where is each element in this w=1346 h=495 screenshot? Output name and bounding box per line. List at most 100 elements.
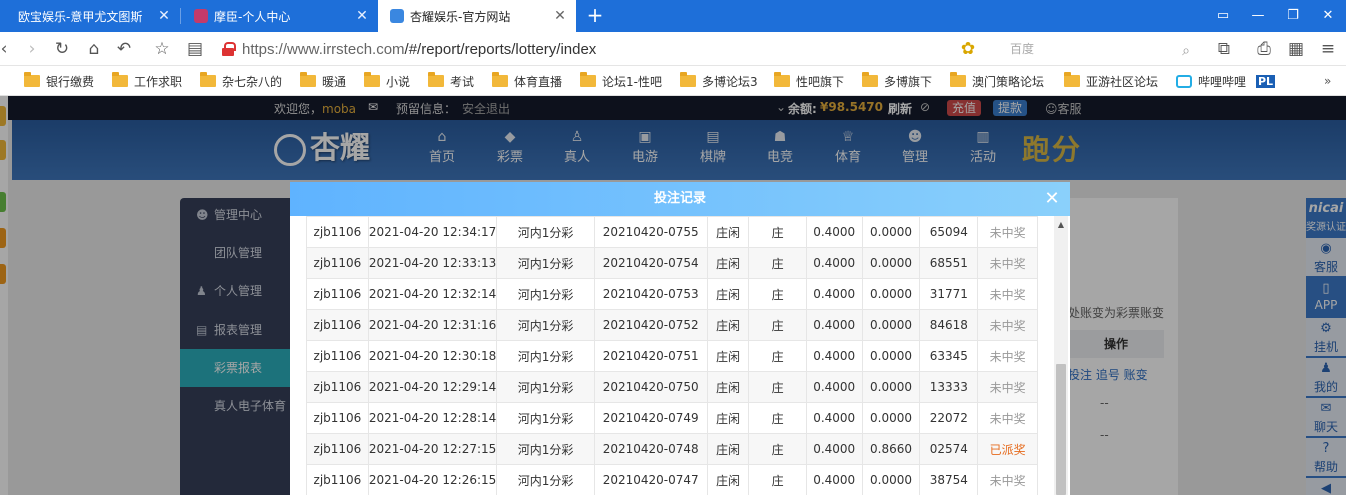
cell-user: zjb1106 [306,464,369,495]
cell-status: 未中奖 [977,216,1038,248]
back-icon[interactable]: ‹ [0,39,14,59]
site-favicon-icon [390,9,404,23]
cell-status: 未中奖 [977,402,1038,434]
cell-user: zjb1106 [306,340,369,372]
close-icon[interactable]: ✕ [1042,189,1062,209]
bookmark-folder[interactable]: 小说 [364,72,410,90]
modal-scrollbar[interactable]: ▲ [1054,216,1068,495]
close-icon[interactable]: ✕ [552,8,568,24]
cell-time: 2021-04-20 12:26:15 [367,464,498,495]
cell-status: 未中奖 [977,247,1038,279]
more-bookmarks-icon[interactable]: » [1324,72,1331,90]
cell-user: zjb1106 [306,247,369,279]
folder-icon [492,72,508,87]
cell-user: zjb1106 [306,278,369,310]
forward-icon[interactable]: › [22,39,42,59]
bookmark-folder[interactable]: 性吧旗下 [774,72,844,90]
window-close-icon[interactable]: ✕ [1320,8,1336,24]
table-row: zjb1106 2021-04-20 12:31:16 河内1分彩 20210420-… [306,309,1038,341]
bookmark-folder[interactable]: 银行缴费 [24,72,94,90]
bookmark-folder[interactable]: 多博旗下 [862,72,932,90]
browser-tab-3-active[interactable]: 杏耀娱乐-官方网站 ✕ [378,0,576,32]
bookmark-folder[interactable]: 多博论坛3 [680,72,758,90]
cell-code: 13333 [919,371,979,403]
bookmark-folder[interactable]: 体育直播 [492,72,562,90]
cell-amount: 0.4000 [805,247,863,279]
cell-play: 庄闲 [706,402,750,434]
scroll-thumb[interactable] [1056,364,1066,495]
browser-tab-bar: 欧宝娱乐-意甲尤文图斯 ✕ 摩臣-个人中心 ✕ 杏耀娱乐-官方网站 ✕ + ▭ … [0,0,1346,32]
cell-bonus: 0.0000 [861,247,921,279]
cell-amount: 0.4000 [805,402,863,434]
cell-play: 庄闲 [706,371,750,403]
folder-icon [364,72,380,87]
bee-icon[interactable]: ✿ [958,39,978,59]
cell-time: 2021-04-20 12:32:14 [367,278,498,310]
cell-bonus: 0.0000 [861,464,921,495]
bookmarks-bar: 银行缴费 工作求职 杂七杂八的 暖通 小说 考试 体育直播 论坛1-性吧 多博论… [0,66,1346,96]
cell-issue: 20210420-0755 [593,216,708,248]
cell-play: 庄闲 [706,278,750,310]
table-row: zjb1106 2021-04-20 12:33:13 河内1分彩 20210420-… [306,247,1038,279]
cell-issue: 20210420-0750 [593,371,708,403]
minimize-icon[interactable]: — [1250,8,1266,24]
bookmark-bilibili[interactable]: 哔哩哔哩 [1176,72,1246,90]
cell-user: zjb1106 [306,309,369,341]
screenshot-icon[interactable]: ⧉ [1214,39,1234,59]
search-input[interactable]: 百度 ⌕ [1004,38,1194,60]
cell-issue: 20210420-0753 [593,278,708,310]
cell-code: 31771 [919,278,979,310]
cell-time: 2021-04-20 12:29:14 [367,371,498,403]
home-icon[interactable]: ⌂ [84,39,104,59]
browser-tab-1[interactable]: 欧宝娱乐-意甲尤文图斯 ✕ [0,0,180,32]
folder-icon [24,72,40,87]
sidebar-toggle-icon[interactable]: ▭ [1215,8,1231,24]
new-tab-plus-icon[interactable]: + [584,4,606,26]
cell-code: 84618 [919,309,979,341]
bookmark-folder[interactable]: 澳门策略论坛 [950,72,1044,90]
cell-code: 68551 [919,247,979,279]
address-bar[interactable]: https://www.irrstech.com/#/report/report… [222,38,992,60]
cell-user: zjb1106 [306,402,369,434]
bookmark-folder[interactable]: 考试 [428,72,474,90]
search-icon[interactable]: ⌕ [1182,40,1190,62]
bookmark-folder[interactable]: 工作求职 [112,72,182,90]
folder-icon [428,72,444,87]
bookmark-pl[interactable]: PL [1256,72,1276,90]
cell-bonus: 0.0000 [861,216,921,248]
cell-content: 庄 [748,216,807,248]
bet-record-table: zjb1106 2021-04-20 12:34:17 河内1分彩 20210420-… [306,216,1038,495]
reload-icon[interactable]: ↻ [52,39,72,59]
close-icon[interactable]: ✕ [156,8,172,24]
cell-issue: 20210420-0749 [593,402,708,434]
bookmark-folder[interactable]: 暖通 [300,72,346,90]
tab-title: 摩臣-个人中心 [214,9,291,24]
restore-icon[interactable]: ❐ [1285,8,1301,24]
cell-status: 未中奖 [977,464,1038,495]
cell-game: 河内1分彩 [496,402,595,434]
close-icon[interactable]: ✕ [354,8,370,24]
table-row: zjb1106 2021-04-20 12:30:18 河内1分彩 20210420-… [306,340,1038,372]
reader-icon[interactable]: ▤ [185,39,205,59]
cell-amount: 0.4000 [805,433,863,465]
cell-user: zjb1106 [306,371,369,403]
cell-issue: 20210420-0751 [593,340,708,372]
scroll-up-icon[interactable]: ▲ [1054,218,1068,232]
cell-status: 未中奖 [977,278,1038,310]
apps-icon[interactable]: ▦ [1286,39,1306,59]
bookmark-folder[interactable]: 杂七杂八的 [200,72,282,90]
bookmark-folder[interactable]: 亚游社区论坛 [1064,72,1158,90]
cell-time: 2021-04-20 12:34:17 [367,216,498,248]
cell-bonus: 0.0000 [861,402,921,434]
tab-title: 欧宝娱乐-意甲尤文图斯 [18,9,143,24]
folder-icon [950,72,966,87]
bookmark-folder[interactable]: 论坛1-性吧 [580,72,662,90]
menu-icon[interactable]: ≡ [1318,39,1338,59]
print-icon[interactable]: ⎙ [1254,39,1274,59]
star-icon[interactable]: ☆ [152,39,172,59]
cell-amount: 0.4000 [805,309,863,341]
browser-tab-2[interactable]: 摩臣-个人中心 ✕ [182,0,378,32]
table-row: zjb1106 2021-04-20 12:34:17 河内1分彩 20210420-… [306,216,1038,248]
folder-icon [112,72,128,87]
undo-icon[interactable]: ↶ [114,39,134,59]
